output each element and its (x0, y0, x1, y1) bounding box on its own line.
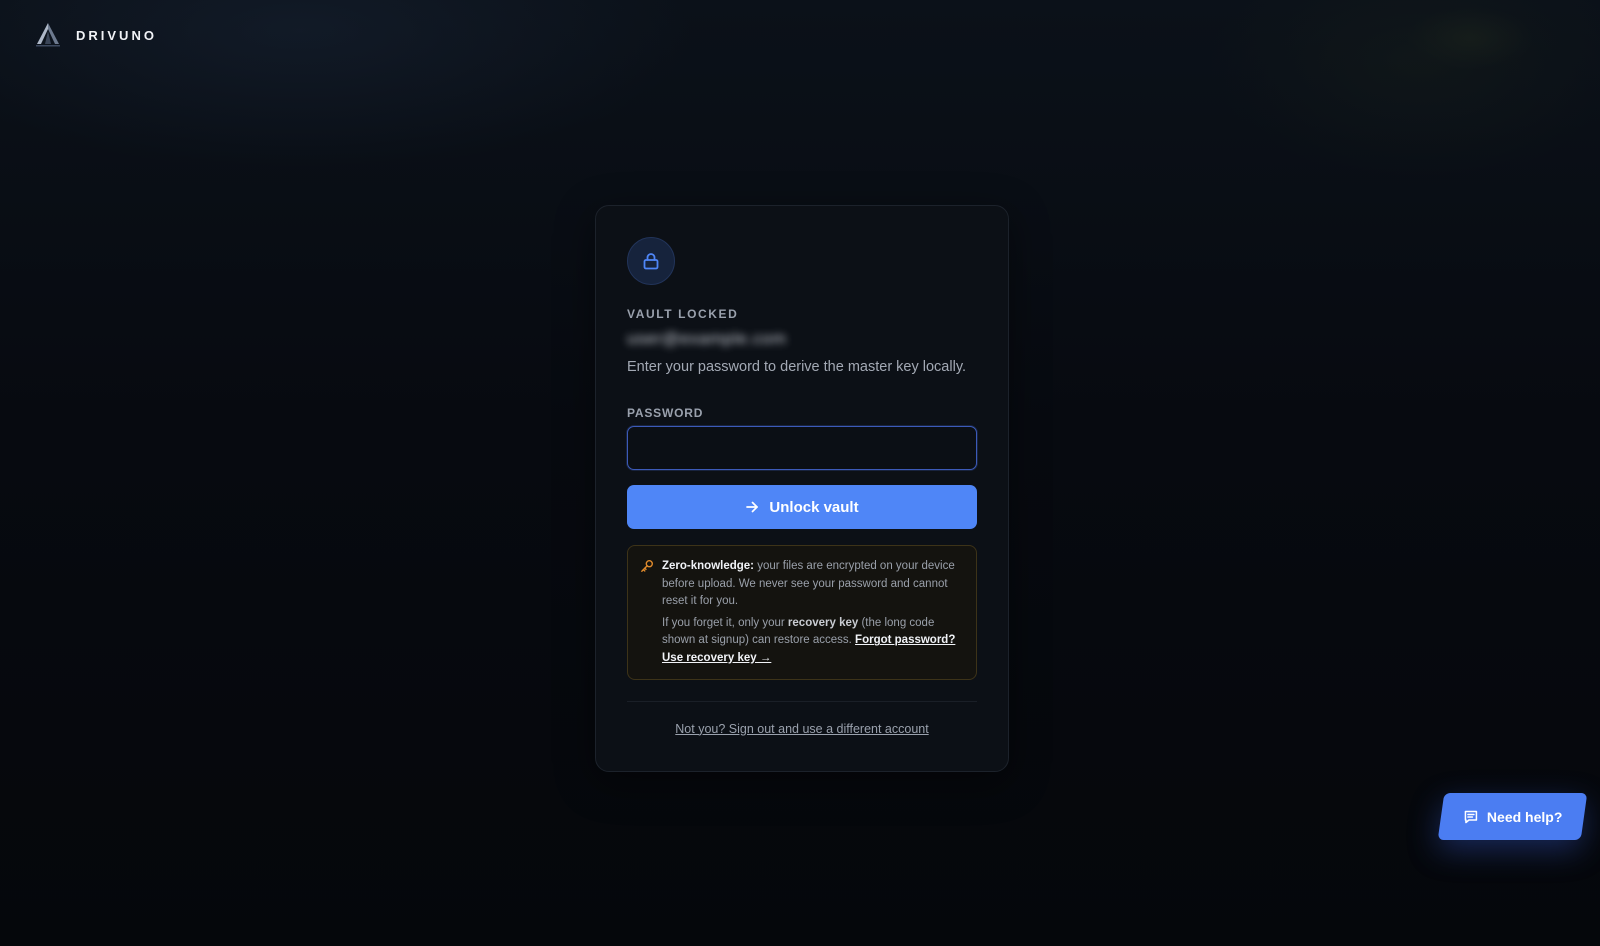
notice-paragraph-1: Zero-knowledge: your files are encrypted… (662, 558, 958, 611)
brand-name: DRIVUNO (76, 27, 157, 43)
chat-icon (1464, 810, 1478, 823)
need-help-button[interactable]: Need help? (1437, 793, 1588, 840)
divider (627, 700, 977, 702)
notice-text-2-prefix: If you forget it, only your (662, 616, 788, 629)
notice-bold: Zero-knowledge: (662, 560, 755, 572)
arrow-right-icon (746, 501, 759, 513)
recovery-key-term: recovery key (787, 616, 859, 629)
sign-out-link[interactable]: Not you? Sign out and use a different ac… (627, 722, 977, 736)
drivuno-logo-icon (36, 23, 60, 47)
lock-icon (643, 253, 659, 270)
zero-knowledge-notice: Zero-knowledge: your files are encrypted… (627, 545, 977, 680)
vault-locked-label: VAULT LOCKED (627, 307, 739, 321)
password-label: PASSWORD (627, 406, 704, 420)
unlock-vault-button[interactable]: Unlock vault (627, 485, 977, 529)
unlock-vault-label: Unlock vault (769, 498, 859, 516)
unlock-subtitle: Enter your password to derive the master… (627, 359, 967, 375)
notice-paragraph-2: If you forget it, only your recovery key… (662, 615, 958, 668)
need-help-label: Need help? (1486, 808, 1563, 825)
page: DRIVUNO VAULT LOCKED user@example.com En… (0, 0, 1600, 946)
lock-badge (627, 237, 675, 285)
need-help-content: Need help? (1463, 809, 1562, 825)
account-email: user@example.com (627, 329, 841, 351)
password-input[interactable] (627, 426, 977, 470)
key-icon (641, 559, 654, 572)
brand[interactable]: DRIVUNO (34, 22, 157, 48)
unlock-card: VAULT LOCKED user@example.com Enter your… (595, 205, 1009, 772)
account-email-text: user@example.com (627, 329, 787, 348)
